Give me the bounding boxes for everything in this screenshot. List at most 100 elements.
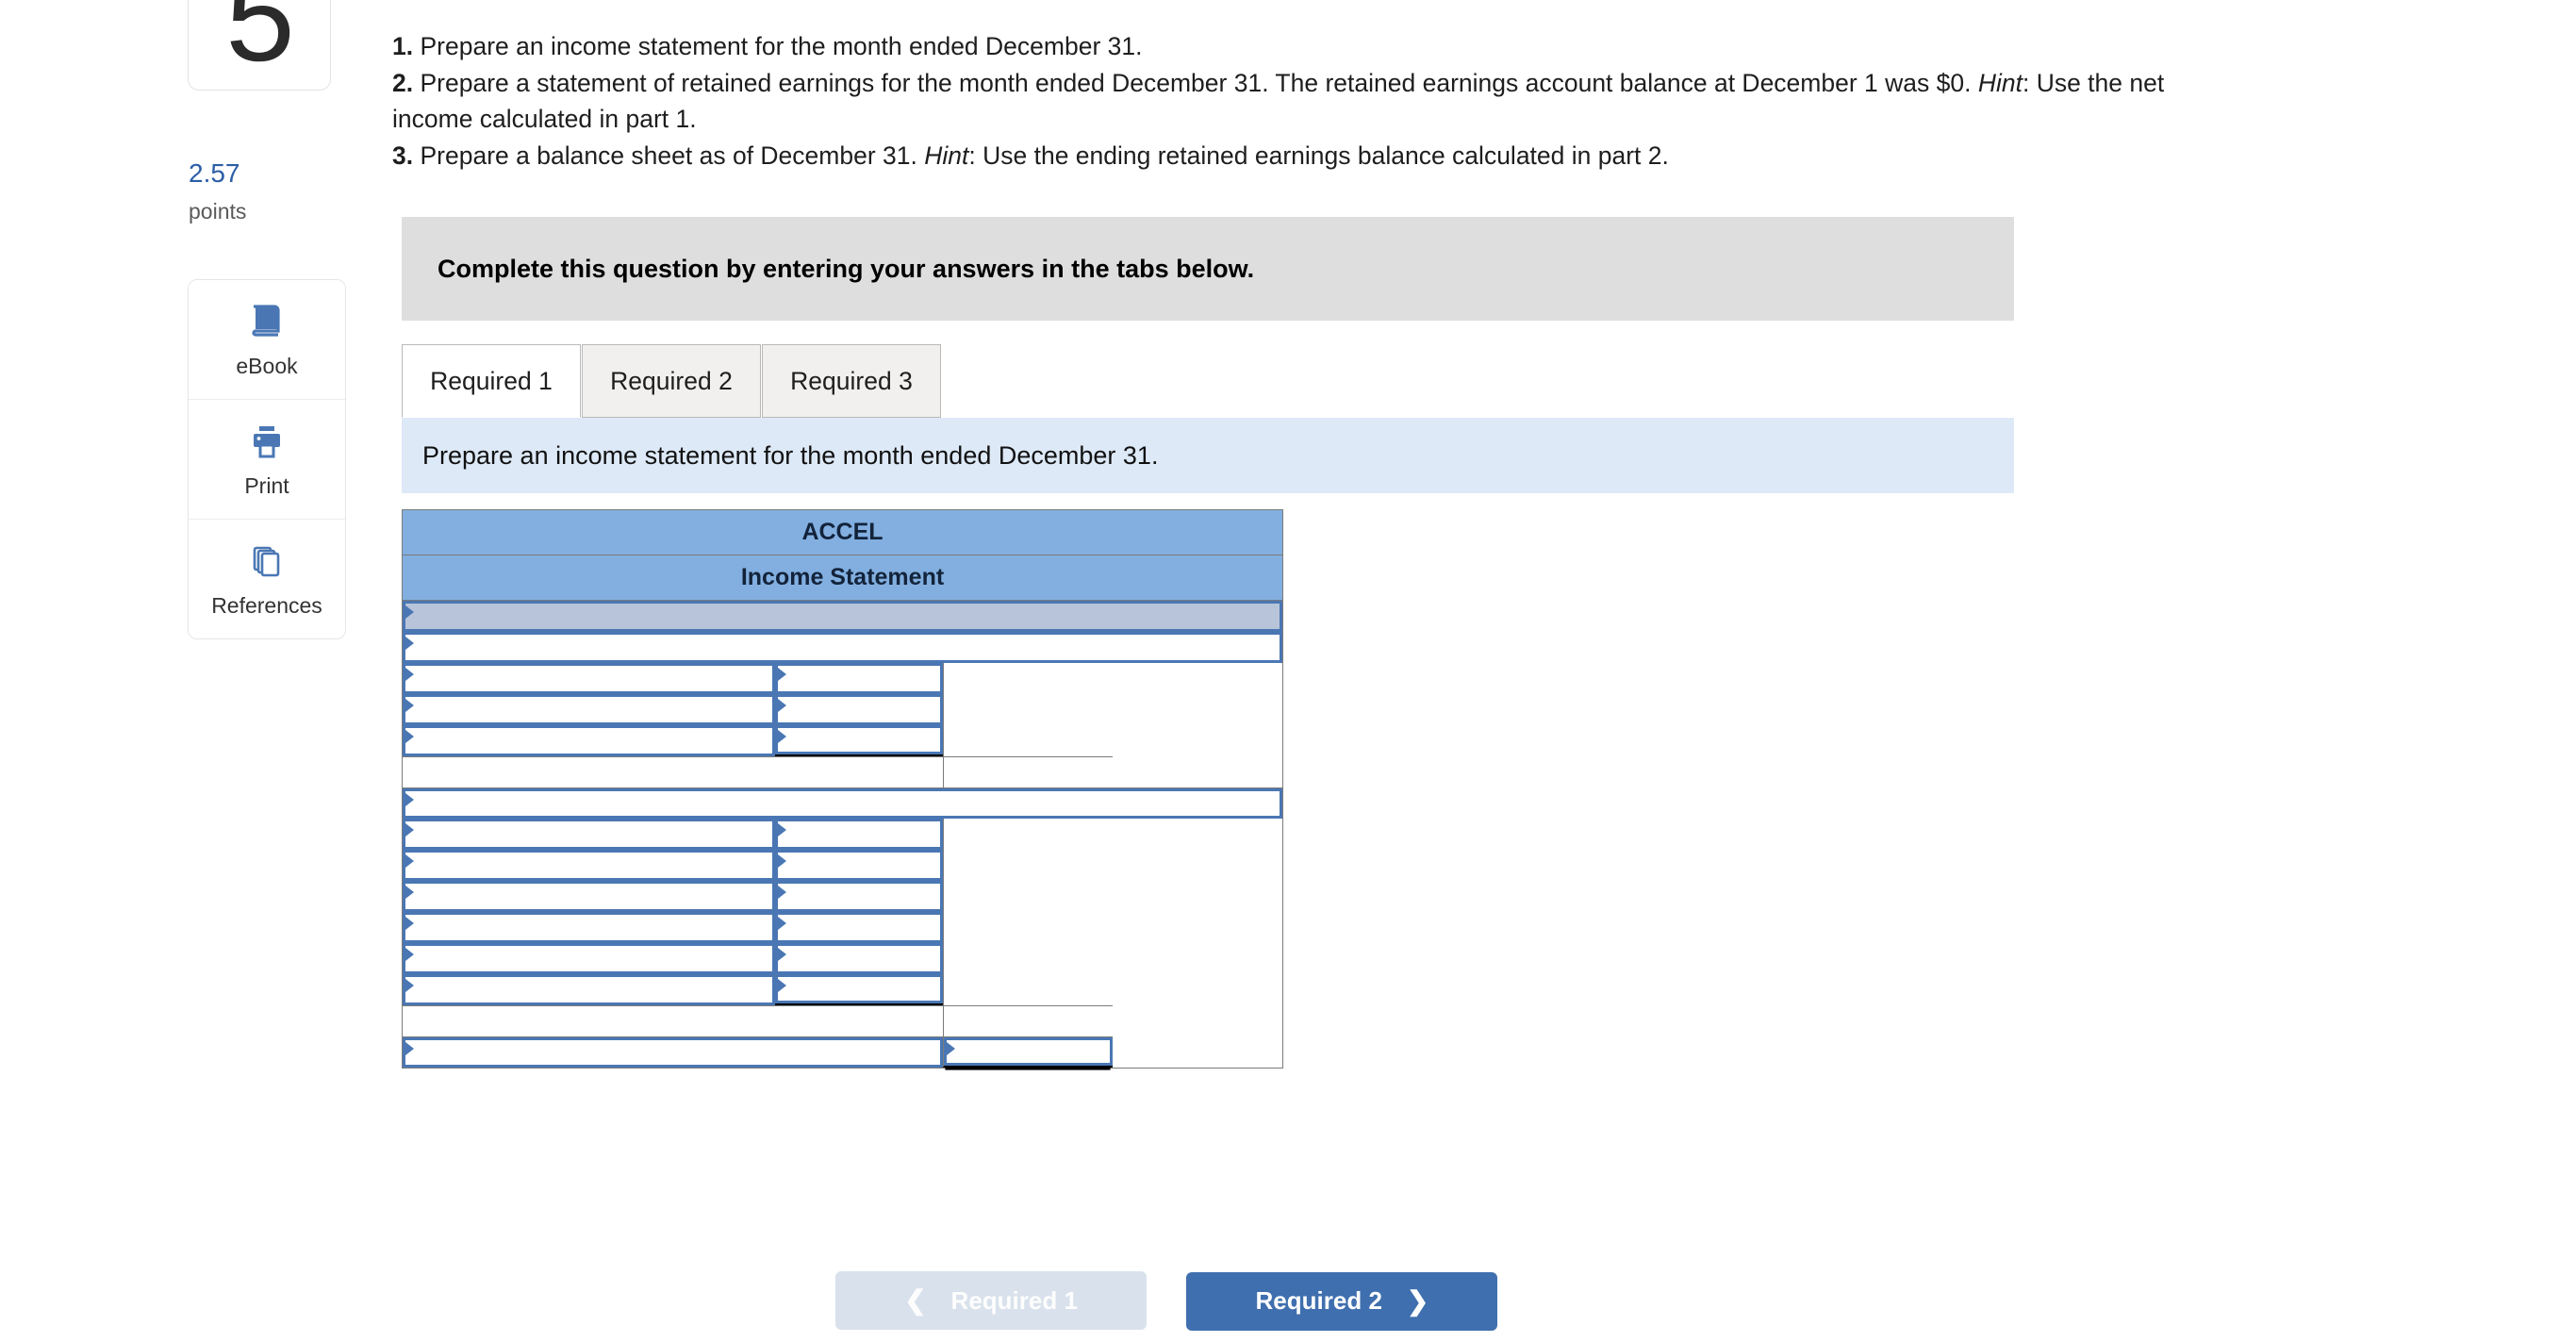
- amount-input[interactable]: [775, 663, 943, 694]
- total-display: [944, 912, 1113, 943]
- total-display: [944, 819, 1113, 850]
- account-select[interactable]: [403, 912, 775, 943]
- required-tabs: Required 1 Required 2 Required 3: [402, 344, 2014, 419]
- tab-required-2-label: Required 2: [610, 366, 733, 395]
- date-cell: [403, 601, 1282, 632]
- previous-required-label: Required 1: [950, 1285, 1078, 1315]
- total-cell: [943, 974, 1113, 1005]
- tool-panel: eBook Print References: [188, 279, 346, 639]
- account-select[interactable]: [403, 943, 775, 974]
- amount-input[interactable]: [775, 694, 943, 725]
- next-required-button[interactable]: Required 2 ❯: [1186, 1271, 1498, 1331]
- account-select[interactable]: [403, 788, 1282, 819]
- tab-required-2[interactable]: Required 2: [582, 344, 761, 418]
- worksheet-header-title: Income Statement: [403, 555, 1282, 601]
- chevron-right-icon: ❯: [1406, 1285, 1429, 1316]
- account-select[interactable]: [403, 694, 775, 725]
- points-value: 2.57: [189, 158, 240, 188]
- amount-cell: [775, 850, 943, 881]
- table-row: [403, 787, 1282, 819]
- total-cell: [943, 943, 1113, 974]
- tab-required-1-label: Required 1: [430, 366, 553, 395]
- table-row: [403, 632, 1282, 663]
- subtotal-display: [944, 757, 1113, 787]
- total-cell: [943, 819, 1113, 850]
- table-row: [403, 912, 1282, 943]
- account-cell: [403, 912, 775, 943]
- amount-input[interactable]: [775, 850, 943, 881]
- account-select[interactable]: [403, 850, 775, 881]
- table-row: [403, 850, 1282, 881]
- table-row: [403, 756, 1282, 787]
- account-select[interactable]: [403, 819, 775, 850]
- tab-required-1[interactable]: Required 1: [402, 344, 581, 418]
- references-icon: [246, 540, 288, 582]
- account-select[interactable]: [403, 725, 775, 756]
- net-income-input[interactable]: [944, 1037, 1113, 1066]
- previous-required-button[interactable]: ❮ Required 1: [835, 1271, 1147, 1330]
- total-cell: [943, 881, 1113, 912]
- instruction-1-text: Prepare an income statement for the mont…: [420, 32, 1143, 60]
- table-row: [403, 1036, 1282, 1068]
- required-1-prompt-text: Prepare an income statement for the mont…: [422, 440, 1159, 470]
- chevron-left-icon: ❮: [904, 1285, 927, 1315]
- references-label: References: [211, 592, 322, 618]
- company-name: ACCEL: [403, 510, 1282, 555]
- table-row: [403, 974, 1282, 1005]
- account-select[interactable]: [403, 663, 775, 694]
- account-select[interactable]: [403, 974, 775, 1005]
- required-1-prompt: Prepare an income statement for the mont…: [402, 418, 2014, 493]
- table-row: [403, 819, 1282, 850]
- complete-question-banner: Complete this question by entering your …: [402, 217, 2014, 321]
- amount-cell: [775, 943, 943, 974]
- amount-input[interactable]: [775, 881, 943, 912]
- instructions-list: 1. Prepare an income statement for the m…: [392, 28, 2184, 174]
- instruction-1-number: 1.: [392, 32, 414, 60]
- amount-input[interactable]: [775, 819, 943, 850]
- statement-title: Income Statement: [403, 555, 1282, 601]
- amount-cell: [775, 663, 943, 694]
- left-rail: 5 2.57 points eBook Print References: [0, 0, 377, 1342]
- instruction-3-text-b: : Use the ending retained earnings balan…: [968, 141, 1669, 170]
- amount-input[interactable]: [775, 725, 943, 754]
- table-row: [403, 943, 1282, 974]
- print-label: Print: [244, 472, 289, 498]
- instruction-2-number: 2.: [392, 68, 414, 97]
- total-display: [944, 881, 1113, 912]
- ebook-label: eBook: [236, 353, 298, 378]
- amount-input[interactable]: [775, 912, 943, 943]
- amount-cell: [775, 912, 943, 943]
- tab-required-3-label: Required 3: [790, 366, 913, 395]
- total-display: [944, 943, 1113, 974]
- account-select[interactable]: [403, 881, 775, 912]
- amount-cell: [775, 694, 943, 725]
- worksheet-header-company: ACCEL: [403, 510, 1282, 555]
- instruction-item-1: 1. Prepare an income statement for the m…: [392, 28, 2184, 65]
- date-input[interactable]: [403, 601, 1282, 632]
- amount-cell: [775, 725, 943, 756]
- total-cell: [943, 663, 1113, 694]
- instruction-3-number: 3.: [392, 141, 414, 170]
- total-cell: [943, 694, 1113, 725]
- total-display: [944, 974, 1113, 1005]
- amount-input[interactable]: [775, 943, 943, 974]
- total-expenses-label: [403, 1006, 943, 1036]
- instruction-item-3: 3. Prepare a balance sheet as of Decembe…: [392, 138, 2184, 174]
- account-select[interactable]: [403, 632, 1282, 663]
- amount-input[interactable]: [775, 974, 943, 1003]
- question-number-card: 5: [188, 0, 331, 91]
- tab-required-3[interactable]: Required 3: [762, 344, 941, 418]
- net-income-cell: [943, 1036, 1113, 1068]
- table-row: [403, 725, 1282, 756]
- net-income-select[interactable]: [403, 1037, 943, 1068]
- account-cell: [403, 725, 775, 756]
- total-expenses-cell: [943, 1005, 1113, 1036]
- references-button[interactable]: References: [189, 520, 345, 638]
- table-row: [403, 1005, 1282, 1036]
- subtotal-cell: [943, 756, 1113, 787]
- question-number: 5: [225, 0, 294, 87]
- total-expenses-display: [944, 1006, 1113, 1036]
- ebook-button[interactable]: eBook: [189, 280, 345, 400]
- print-button[interactable]: Print: [189, 400, 345, 520]
- instruction-2-text-a: Prepare a statement of retained earnings…: [420, 68, 1978, 97]
